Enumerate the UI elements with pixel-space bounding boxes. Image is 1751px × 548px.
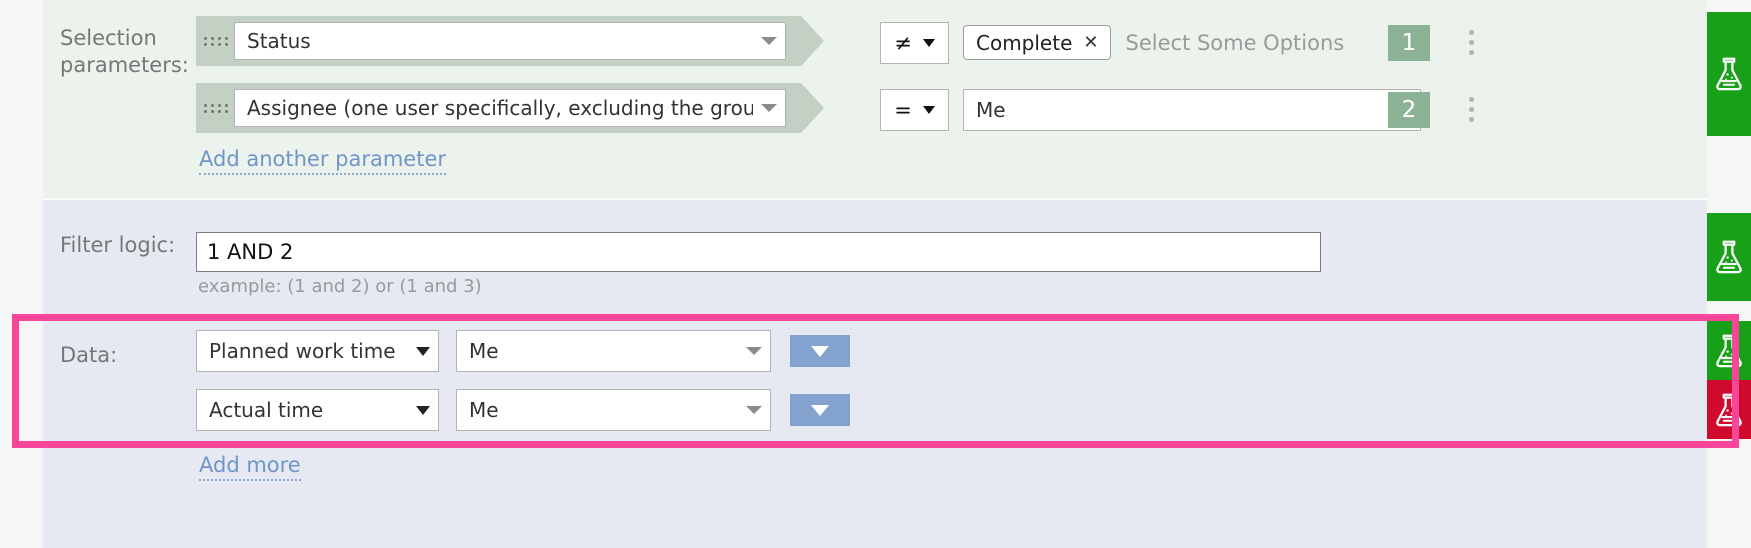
- data-label: Data:: [60, 342, 210, 369]
- parameter-field-select-2[interactable]: Assignee (one user specifically, excludi…: [234, 89, 786, 127]
- chip-label: Complete: [976, 30, 1073, 55]
- more-options-icon-2[interactable]: [1461, 97, 1481, 122]
- chevron-down-icon: [416, 405, 430, 415]
- parameter-number-badge-2: 2: [1388, 92, 1430, 128]
- parameter-field-value-1: Status: [247, 29, 311, 53]
- badge-value-1: 1: [1401, 30, 1417, 56]
- operator-select-1[interactable]: ≠: [880, 22, 949, 64]
- selection-parameters-section: Selection parameters: Status ≠ Complete …: [43, 0, 1707, 198]
- parameter-number-badge-1: 1: [1388, 25, 1430, 61]
- selection-parameters-label: Selection parameters:: [60, 25, 210, 79]
- multiselect-placeholder: Select Some Options: [1125, 30, 1345, 55]
- filter-logic-hint: example: (1 and 2) or (1 and 3): [198, 276, 482, 297]
- data-scope-select-2[interactable]: Me: [456, 389, 771, 431]
- flask-icon: [1716, 393, 1742, 426]
- parameter-capsule-2: Assignee (one user specifically, excludi…: [196, 83, 824, 133]
- chevron-down-icon: [811, 404, 829, 416]
- filter-logic-label-text: Filter logic:: [60, 233, 176, 257]
- data-metric-value-1: Planned work time: [209, 339, 396, 363]
- flask-icon: [1716, 57, 1742, 91]
- operator-select-2[interactable]: =: [880, 89, 949, 131]
- data-scope-select-1[interactable]: Me: [456, 330, 771, 372]
- data-scope-value-1: Me: [469, 339, 499, 363]
- data-metric-value-2: Actual time: [209, 398, 324, 422]
- chevron-down-icon: [922, 106, 935, 114]
- data-scope-value-2: Me: [469, 398, 499, 422]
- parameter-field-select-1[interactable]: Status: [234, 22, 786, 60]
- filter-logic-hint-text: example: (1 and 2) or (1 and 3): [198, 276, 482, 297]
- value-select-2[interactable]: Me: [963, 89, 1421, 131]
- data-options-button-2[interactable]: [790, 394, 850, 426]
- flask-icon: [1716, 240, 1742, 274]
- operator-value-2: =: [894, 98, 912, 122]
- drag-handle-icon[interactable]: [204, 103, 228, 113]
- flask-button-selection[interactable]: [1707, 12, 1751, 136]
- data-metric-select-1[interactable]: Planned work time: [196, 330, 439, 372]
- data-metric-select-2[interactable]: Actual time: [196, 389, 439, 431]
- chevron-down-icon: [416, 346, 430, 356]
- more-options-icon-1[interactable]: [1461, 30, 1481, 55]
- value-select-2-value: Me: [976, 98, 1006, 122]
- data-options-button-1[interactable]: [790, 335, 850, 367]
- flask-button-data-row-2[interactable]: [1707, 380, 1751, 439]
- operator-value-1: ≠: [894, 31, 912, 55]
- flask-icon: [1716, 334, 1742, 367]
- drag-handle-icon[interactable]: [204, 36, 228, 46]
- chevron-down-icon: [922, 39, 935, 47]
- data-label-text: Data:: [60, 343, 118, 367]
- data-section: Data: Planned work time Me Actual time M…: [43, 314, 1707, 548]
- selection-parameters-label-text: Selection parameters:: [60, 26, 189, 77]
- filter-logic-section: Filter logic: 1 AND 2 example: (1 and 2)…: [43, 199, 1707, 314]
- parameter-field-value-2: Assignee (one user specifically, excludi…: [247, 96, 753, 120]
- flask-button-filter-logic[interactable]: [1707, 213, 1751, 301]
- chevron-down-icon: [746, 347, 762, 355]
- chevron-down-icon: [761, 104, 777, 112]
- chevron-down-icon: [811, 345, 829, 357]
- add-more-link[interactable]: Add more: [199, 453, 301, 481]
- chevron-down-icon: [746, 406, 762, 414]
- add-another-parameter-label: Add another parameter: [199, 147, 446, 171]
- filter-logic-label: Filter logic:: [60, 232, 210, 259]
- badge-value-2: 2: [1401, 97, 1417, 123]
- add-another-parameter-link[interactable]: Add another parameter: [199, 147, 446, 175]
- value-multiselect-1[interactable]: Complete ✕ Select Some Options: [963, 25, 1344, 60]
- filter-logic-value: 1 AND 2: [207, 240, 294, 264]
- add-more-label: Add more: [199, 453, 301, 477]
- close-icon[interactable]: ✕: [1083, 33, 1098, 52]
- parameter-capsule-1: Status: [196, 16, 824, 66]
- flask-button-data-row-1[interactable]: [1707, 321, 1751, 380]
- filter-logic-input[interactable]: 1 AND 2: [196, 232, 1321, 272]
- selected-option-chip[interactable]: Complete ✕: [963, 25, 1112, 60]
- chevron-down-icon: [761, 37, 777, 45]
